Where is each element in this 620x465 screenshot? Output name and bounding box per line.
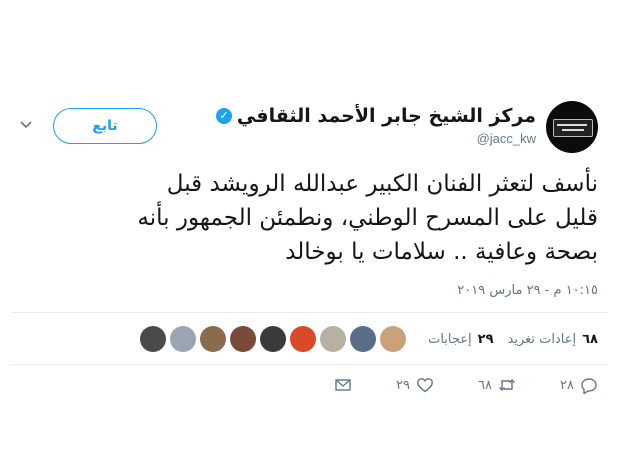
heart-icon [417, 378, 433, 393]
divider [12, 364, 608, 365]
verified-icon: ✓ [215, 108, 232, 124]
user-handle[interactable]: @jacc_kw [477, 131, 536, 146]
retweets-label[interactable]: إعادات تغريد [508, 332, 577, 347]
retweet-button[interactable]: ٦٨ [434, 376, 516, 394]
liker-avatars [140, 326, 407, 352]
engagement-stats: ٦٨ إعادات تغريد ٢٩ إعجابات [140, 320, 598, 358]
liker-avatar[interactable] [200, 326, 227, 352]
author-name-row[interactable]: مركز الشيخ جابر الأحمد الثقافي ✓ [215, 103, 536, 129]
reply-count: ٢٨ [560, 377, 574, 393]
liker-avatar[interactable] [260, 326, 287, 352]
direct-message-button[interactable] [270, 376, 352, 394]
display-name[interactable]: مركز الشيخ جابر الأحمد الثقافي [237, 105, 536, 127]
tweet-actions: ٢٨ ٦٨ ٢٩ [270, 374, 598, 396]
tweet-text: نأسف لتعثر الفنان الكبير عبدالله الرويشد… [137, 171, 598, 265]
follow-button[interactable]: تابع [53, 108, 157, 144]
liker-avatar[interactable] [170, 326, 197, 352]
divider [12, 312, 608, 313]
avatar[interactable] [546, 101, 598, 153]
likes-count[interactable]: ٢٩ [478, 332, 494, 347]
like-count: ٢٩ [396, 377, 410, 393]
likes-label[interactable]: إعجابات [428, 332, 472, 347]
liker-avatar[interactable] [380, 326, 407, 352]
liker-avatar[interactable] [140, 326, 167, 352]
liker-avatar[interactable] [350, 326, 377, 352]
retweet-icon [499, 379, 515, 391]
chevron-down-icon[interactable] [20, 120, 32, 130]
tweet-timestamp[interactable]: ١٠:١٥ م - ٢٩ مارس ٢٠١٩ [457, 283, 598, 298]
liker-avatar[interactable] [320, 326, 347, 352]
like-button[interactable]: ٢٩ [352, 376, 434, 394]
retweets-count[interactable]: ٦٨ [582, 332, 598, 347]
liker-avatar[interactable] [230, 326, 257, 352]
tweet-card: مركز الشيخ جابر الأحمد الثقافي ✓ @jacc_k… [0, 0, 620, 465]
retweet-count: ٦٨ [478, 377, 492, 393]
liker-avatar[interactable] [290, 326, 317, 352]
reply-icon [581, 378, 597, 394]
logo [553, 119, 593, 137]
reply-button[interactable]: ٢٨ [516, 376, 598, 394]
direct-message-icon [335, 379, 351, 391]
